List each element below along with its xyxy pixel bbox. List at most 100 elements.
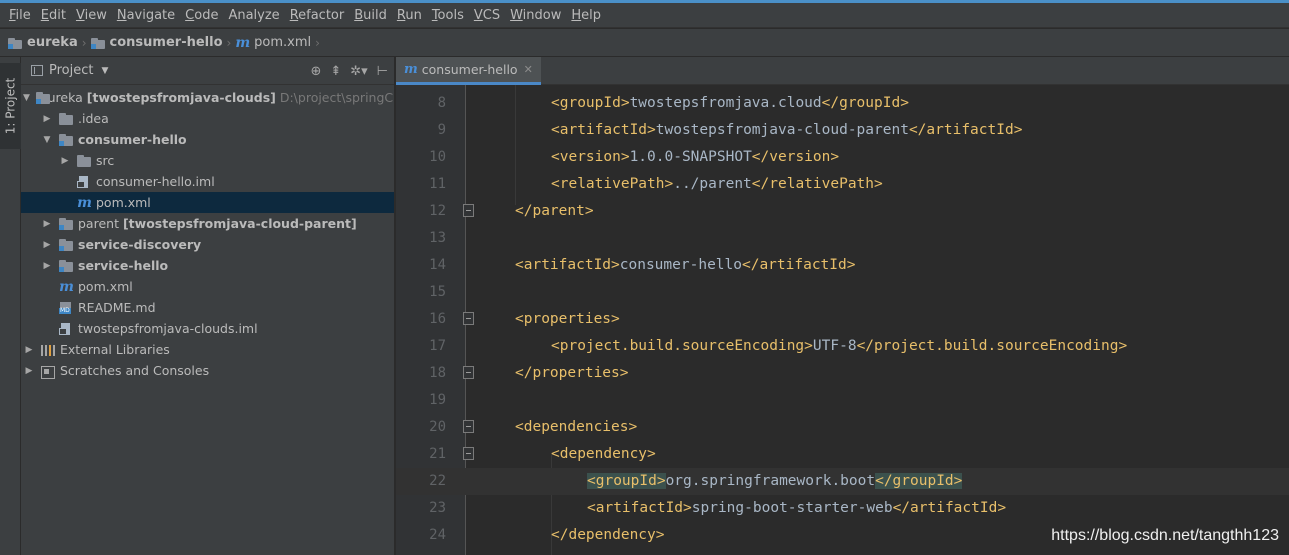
code-line[interactable]: 8 <groupId>twostepsfromjava.cloud</group…: [396, 90, 1289, 117]
tree-item-pom-xml-selected[interactable]: m pom.xml: [21, 192, 394, 213]
menu-edit[interactable]: Edit: [36, 3, 71, 28]
scratches-icon: [41, 365, 56, 379]
chevron-right-icon[interactable]: ▶: [23, 366, 35, 376]
tab-consumer-hello[interactable]: m consumer-hello ✕: [396, 57, 541, 85]
code-line[interactable]: 16 <properties>: [396, 306, 1289, 333]
module-folder-icon: [59, 259, 74, 272]
code-line[interactable]: 10 <version>1.0.0-SNAPSHOT</version>: [396, 144, 1289, 171]
collapse-all-icon[interactable]: ⇞: [330, 64, 341, 79]
tree-item-idea[interactable]: ▶ .idea: [21, 108, 394, 129]
line-number: 8: [437, 95, 446, 111]
tree-item-scratches[interactable]: ▶ Scratches and Consoles: [21, 360, 394, 381]
menu-view[interactable]: View: [71, 3, 112, 28]
fold-marker-icon[interactable]: [463, 420, 474, 433]
menu-tools[interactable]: Tools: [427, 3, 469, 28]
hide-panel-icon[interactable]: ⊢: [377, 64, 388, 79]
watermark: https://blog.csdn.net/tangthh123: [1051, 527, 1279, 544]
code-line[interactable]: 15: [396, 279, 1289, 306]
project-tool-tab[interactable]: 1: Project: [0, 63, 21, 149]
project-tree: ▼ eureka [twostepsfromjava-clouds] D:\pr…: [21, 85, 394, 381]
module-folder-icon: [8, 37, 23, 49]
code-line[interactable]: 9 <artifactId>twostepsfromjava-cloud-par…: [396, 117, 1289, 144]
code-editor[interactable]: 8 <groupId>twostepsfromjava.cloud</group…: [396, 85, 1289, 555]
project-view-selector[interactable]: Project: [49, 63, 93, 78]
menu-navigate[interactable]: Navigate: [112, 3, 180, 28]
tree-item-readme[interactable]: MD README.md: [21, 297, 394, 318]
menu-help[interactable]: Help: [566, 3, 606, 28]
code-line[interactable]: 13: [396, 225, 1289, 252]
close-icon[interactable]: ✕: [524, 63, 533, 76]
tree-item-label: pom.xml: [96, 195, 151, 210]
tree-item-eureka[interactable]: ▼ eureka [twostepsfromjava-clouds] D:\pr…: [21, 87, 394, 108]
tree-item-service-hello[interactable]: ▶ service-hello: [21, 255, 394, 276]
chevron-right-icon[interactable]: ▶: [41, 114, 53, 124]
line-number: 19: [429, 392, 446, 408]
menu-build[interactable]: Build: [349, 3, 392, 28]
chevron-down-icon[interactable]: ▼: [41, 135, 53, 145]
gear-icon[interactable]: ✲▾: [350, 64, 367, 79]
line-number: 13: [429, 230, 446, 246]
chevron-down-icon[interactable]: ▼: [23, 93, 30, 103]
chevron-right-icon[interactable]: ▶: [41, 240, 53, 250]
code-line[interactable]: 11 <relativePath>../parent</relativePath…: [396, 171, 1289, 198]
line-number: 15: [429, 284, 446, 300]
tree-item-root-pom-xml[interactable]: m pom.xml: [21, 276, 394, 297]
chevron-down-icon[interactable]: ▼: [101, 66, 108, 76]
code-line[interactable]: 17 <project.build.sourceEncoding>UTF-8</…: [396, 333, 1289, 360]
code-line-current[interactable]: 22 <groupId>org.springframework.boot</gr…: [396, 468, 1289, 495]
chevron-right-icon[interactable]: ▶: [41, 219, 53, 229]
code-line[interactable]: 12 </parent>: [396, 198, 1289, 225]
fold-marker-icon[interactable]: [463, 312, 474, 325]
breadcrumb-pom-xml[interactable]: m pom.xml: [235, 35, 311, 51]
module-folder-icon: [59, 217, 74, 230]
tab-label: consumer-hello: [421, 62, 518, 77]
tree-item-label: service-discovery: [78, 237, 202, 252]
menu-file[interactable]: File: [4, 3, 36, 28]
fold-marker-icon[interactable]: [463, 366, 474, 379]
code-line[interactable]: 23 <artifactId>spring-boot-starter-web</…: [396, 495, 1289, 522]
library-icon: [41, 344, 56, 356]
chevron-right-icon: ›: [315, 35, 320, 50]
iml-file-icon: [59, 322, 74, 335]
fold-marker-icon[interactable]: [463, 447, 474, 460]
tree-item-service-discovery[interactable]: ▶ service-discovery: [21, 234, 394, 255]
menu-refactor[interactable]: Refactor: [285, 3, 350, 28]
code-line[interactable]: 14 <artifactId>consumer-hello</artifactI…: [396, 252, 1289, 279]
code-line[interactable]: 20 <dependencies>: [396, 414, 1289, 441]
tree-item-label: service-hello: [78, 258, 169, 273]
line-number: 23: [429, 500, 446, 516]
code-line[interactable]: 18 </properties>: [396, 360, 1289, 387]
menu-run[interactable]: Run: [392, 3, 427, 28]
line-number: 21: [429, 446, 446, 462]
menu-vcs[interactable]: VCS: [469, 3, 505, 28]
line-number: 12: [429, 203, 446, 219]
chevron-right-icon[interactable]: ▶: [41, 261, 53, 271]
locate-file-icon[interactable]: ⊕: [310, 64, 321, 79]
line-number: 9: [437, 122, 446, 138]
menu-code[interactable]: Code: [180, 3, 223, 28]
tree-item-consumer-hello[interactable]: ▼ consumer-hello: [21, 129, 394, 150]
tree-item-clouds-iml[interactable]: twostepsfromjava-clouds.iml: [21, 318, 394, 339]
line-number: 10: [429, 149, 446, 165]
project-panel: Project ▼ ⊕ ⇞ ✲▾ ⊢ ▼ eureka [twostepsfro…: [21, 57, 395, 555]
maven-icon: m: [77, 194, 92, 211]
chevron-right-icon: ›: [226, 35, 232, 50]
menu-window[interactable]: Window: [505, 3, 566, 28]
left-tool-strip: 1: Project: [0, 57, 21, 555]
menu-analyze[interactable]: Analyze: [223, 3, 284, 28]
breadcrumb-eureka[interactable]: eureka: [8, 35, 78, 50]
chevron-right-icon[interactable]: ▶: [23, 345, 35, 355]
code-line[interactable]: 19: [396, 387, 1289, 414]
tree-item-suffix: [twostepsfromjava-clouds]: [86, 90, 276, 105]
chevron-right-icon[interactable]: ▶: [59, 156, 71, 166]
tree-item-label: twostepsfromjava-clouds.iml: [78, 321, 258, 336]
fold-marker-icon[interactable]: [463, 204, 474, 217]
code-line[interactable]: 21 <dependency>: [396, 441, 1289, 468]
markdown-file-icon: MD: [59, 301, 74, 314]
tree-item-src[interactable]: ▶ src: [21, 150, 394, 171]
tree-item-external-libraries[interactable]: ▶ External Libraries: [21, 339, 394, 360]
tree-item-consumer-hello-iml[interactable]: consumer-hello.iml: [21, 171, 394, 192]
tree-item-parent[interactable]: ▶ parent [twostepsfromjava-cloud-parent]: [21, 213, 394, 234]
maven-icon: m: [235, 34, 251, 51]
breadcrumb-consumer-hello[interactable]: consumer-hello: [90, 35, 223, 50]
